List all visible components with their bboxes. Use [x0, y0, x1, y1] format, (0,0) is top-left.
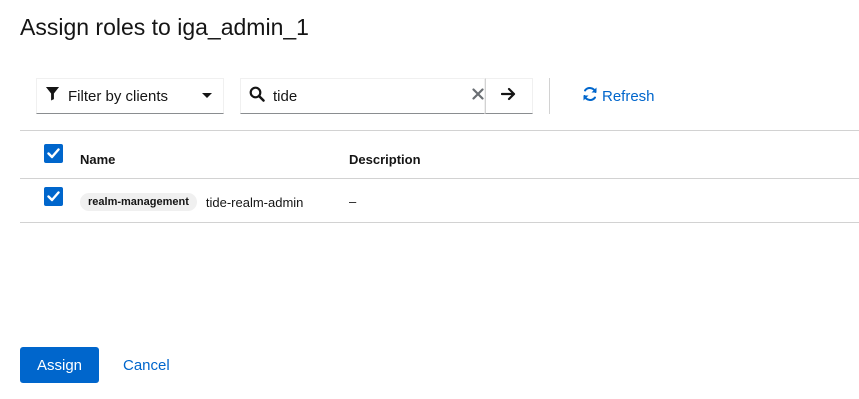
role-name: tide-realm-admin	[205, 194, 304, 210]
select-all-checkbox[interactable]	[44, 144, 63, 163]
search-field	[240, 78, 485, 114]
row-checkbox[interactable]	[44, 187, 63, 206]
toolbar: Filter by clients Refresh	[36, 78, 655, 114]
refresh-button[interactable]: Refresh	[582, 86, 655, 106]
search-submit-button[interactable]	[485, 78, 533, 114]
role-name-cell: realm-management tide-realm-admin	[80, 193, 303, 211]
column-header-description[interactable]: Description	[349, 152, 421, 167]
filter-by-clients-dropdown[interactable]: Filter by clients	[36, 78, 224, 114]
caret-down-icon	[201, 87, 213, 105]
cancel-button[interactable]: Cancel	[123, 357, 170, 374]
clear-search-icon[interactable]	[472, 87, 484, 105]
search-icon	[249, 86, 265, 107]
search-group	[240, 78, 533, 114]
modal-title: Assign roles to iga_admin_1	[20, 14, 309, 40]
search-input[interactable]	[273, 87, 472, 105]
column-header-name[interactable]: Name	[80, 152, 115, 167]
roles-table: Name Description realm-management tide-r…	[20, 130, 859, 223]
modal-footer: Assign Cancel	[20, 347, 170, 383]
filter-icon	[45, 86, 60, 106]
sync-icon	[582, 86, 598, 106]
toolbar-divider	[549, 78, 550, 114]
assign-button[interactable]: Assign	[20, 347, 99, 383]
role-description: –	[349, 194, 357, 209]
arrow-right-icon	[500, 87, 517, 106]
refresh-label: Refresh	[602, 87, 655, 105]
filter-label: Filter by clients	[68, 87, 169, 105]
client-badge: realm-management	[80, 193, 197, 211]
table-row: realm-management tide-realm-admin –	[20, 179, 859, 223]
table-header-row: Name Description	[20, 131, 859, 179]
